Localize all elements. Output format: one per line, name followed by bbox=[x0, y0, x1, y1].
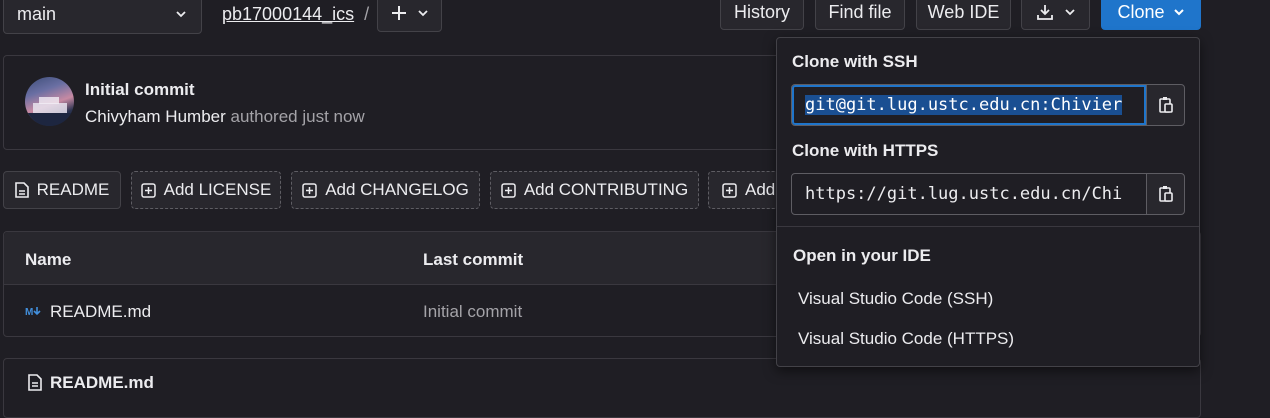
download-icon bbox=[1036, 3, 1054, 21]
clone-label: Clone bbox=[1117, 1, 1165, 22]
file-name[interactable]: README.md bbox=[50, 302, 151, 322]
copy-https-button[interactable] bbox=[1146, 173, 1185, 215]
history-button[interactable]: History bbox=[720, 0, 804, 30]
clone-ssh-field[interactable]: git@git.lug.ustc.edu.cn:Chivier bbox=[791, 84, 1147, 126]
plus-square-icon bbox=[140, 182, 156, 198]
clone-https-field[interactable]: https://git.lug.ustc.edu.cn/Chi bbox=[791, 173, 1147, 215]
readme-button[interactable]: README bbox=[3, 171, 121, 209]
find-file-label: Find file bbox=[828, 1, 892, 22]
copy-ssh-button[interactable] bbox=[1146, 84, 1185, 126]
readme-title[interactable]: README.md bbox=[50, 373, 154, 393]
download-button[interactable] bbox=[1021, 0, 1090, 30]
readme-panel: README.md bbox=[3, 358, 1201, 418]
branch-name: main bbox=[17, 3, 57, 24]
markdown-icon: M bbox=[25, 305, 43, 317]
plus-icon bbox=[391, 5, 407, 21]
clone-dropdown: Clone with SSH git@git.lug.ustc.edu.cn:C… bbox=[776, 37, 1200, 367]
web-ide-label: Web IDE bbox=[927, 1, 1000, 22]
clipboard-icon bbox=[1158, 185, 1174, 203]
clone-ssh-url[interactable]: git@git.lug.ustc.edu.cn:Chivier bbox=[805, 95, 1123, 115]
commit-author[interactable]: Chivyham Humber bbox=[85, 107, 226, 126]
branch-selector[interactable]: main bbox=[3, 0, 202, 34]
column-header-name: Name bbox=[25, 250, 72, 269]
clipboard-icon bbox=[1158, 96, 1174, 114]
dropdown-divider bbox=[777, 226, 1199, 227]
breadcrumb: pb17000144_ics / bbox=[222, 3, 369, 25]
plus-square-icon bbox=[722, 182, 737, 198]
column-header-last-commit: Last commit bbox=[423, 250, 524, 269]
commit-title[interactable]: Initial commit bbox=[85, 80, 195, 100]
add-changelog-button[interactable]: Add CHANGELOG bbox=[291, 171, 480, 209]
add-contributing-label: Add CONTRIBUTING bbox=[523, 180, 689, 199]
open-in-ide-label: Open in your IDE bbox=[793, 246, 931, 265]
clone-ssh-label: Clone with SSH bbox=[792, 52, 918, 71]
clone-https-label: Clone with HTTPS bbox=[792, 141, 939, 160]
add-contributing-button[interactable]: Add CONTRIBUTING bbox=[490, 171, 699, 209]
add-changelog-label: Add CHANGELOG bbox=[325, 180, 469, 199]
plus-square-icon bbox=[302, 182, 317, 198]
chevron-down-icon bbox=[417, 7, 429, 19]
repo-link[interactable]: pb17000144_ics bbox=[222, 4, 354, 25]
chevron-down-icon bbox=[1064, 6, 1076, 18]
web-ide-button[interactable]: Web IDE bbox=[916, 0, 1011, 30]
file-last-commit[interactable]: Initial commit bbox=[423, 302, 522, 322]
clone-https-url[interactable]: https://git.lug.ustc.edu.cn/Chi bbox=[805, 184, 1122, 204]
add-more-label: Add bbox=[745, 180, 776, 199]
commit-meta: authored just now bbox=[230, 107, 365, 126]
add-to-tree-button[interactable] bbox=[377, 0, 442, 32]
add-license-button[interactable]: Add LICENSE bbox=[131, 171, 281, 209]
clone-button[interactable]: Clone bbox=[1101, 0, 1201, 30]
file-icon bbox=[14, 182, 29, 198]
history-label: History bbox=[733, 1, 790, 22]
avatar[interactable] bbox=[25, 77, 74, 126]
file-icon bbox=[28, 374, 42, 391]
chevron-down-icon bbox=[175, 8, 187, 20]
svg-text:M: M bbox=[25, 307, 33, 317]
readme-label: README bbox=[36, 180, 110, 199]
breadcrumb-separator: / bbox=[364, 3, 370, 24]
ide-vscode-ssh[interactable]: Visual Studio Code (SSH) bbox=[798, 289, 993, 309]
ide-vscode-https[interactable]: Visual Studio Code (HTTPS) bbox=[798, 329, 1014, 349]
chevron-down-icon bbox=[1173, 6, 1185, 18]
find-file-button[interactable]: Find file bbox=[815, 0, 905, 30]
commit-author-line: Chivyham Humber authored just now bbox=[85, 107, 365, 127]
add-license-label: Add LICENSE bbox=[163, 180, 272, 199]
plus-square-icon bbox=[501, 182, 516, 198]
last-commit-panel: Initial commit Chivyham Humber authored … bbox=[3, 55, 803, 150]
